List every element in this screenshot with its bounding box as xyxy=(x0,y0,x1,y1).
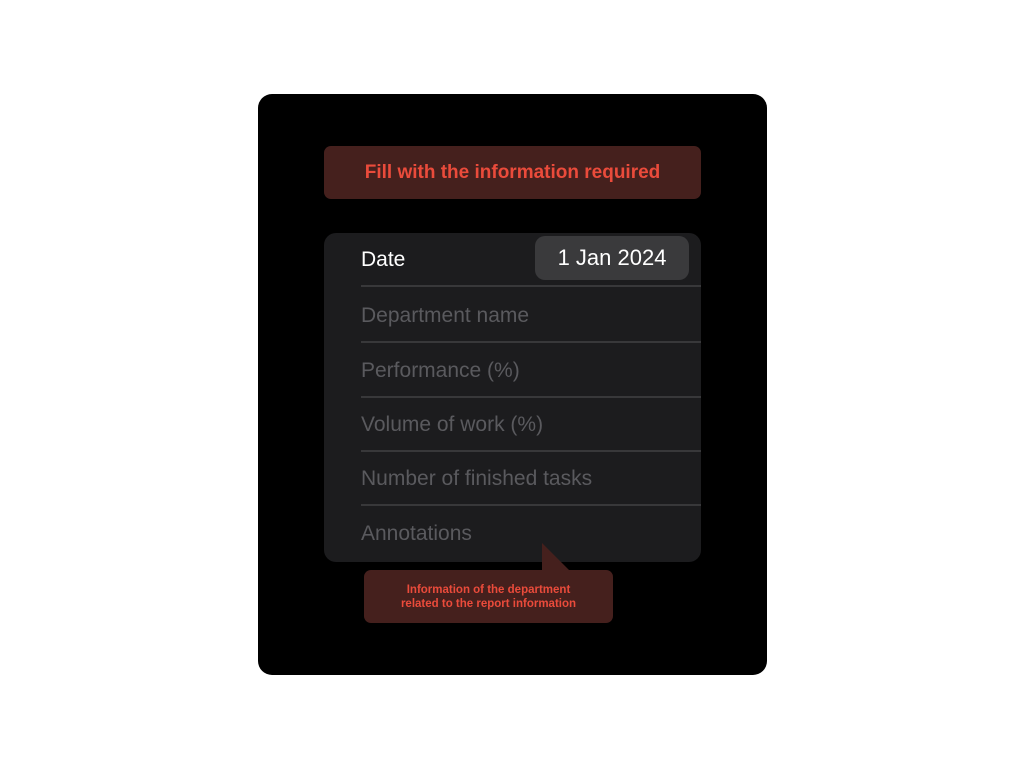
instruction-banner: Fill with the information required xyxy=(324,146,701,199)
instruction-banner-text: Fill with the information required xyxy=(364,161,661,183)
date-label: Date xyxy=(361,248,406,271)
volume-of-work-placeholder: Volume of work (%) xyxy=(361,413,544,436)
finished-tasks-field[interactable]: Number of finished tasks xyxy=(361,452,701,506)
date-picker-button[interactable]: 1 Jan 2024 xyxy=(535,236,689,280)
tooltip-pointer xyxy=(542,543,570,571)
tooltip-line-2: related to the report information xyxy=(400,597,577,610)
performance-field[interactable]: Performance (%) xyxy=(361,344,701,398)
report-form: Date 1 Jan 2024 Department name Performa… xyxy=(324,233,701,562)
date-row: Date 1 Jan 2024 xyxy=(361,233,701,287)
annotations-placeholder: Annotations xyxy=(361,522,472,545)
finished-tasks-placeholder: Number of finished tasks xyxy=(361,467,593,490)
department-name-field[interactable]: Department name xyxy=(361,289,701,343)
annotation-tooltip: Information of the department related to… xyxy=(364,570,613,623)
tooltip-line-1: Information of the department xyxy=(406,583,571,596)
volume-of-work-field[interactable]: Volume of work (%) xyxy=(361,398,701,452)
department-name-placeholder: Department name xyxy=(361,304,530,327)
annotations-field[interactable]: Annotations xyxy=(361,507,701,561)
performance-placeholder: Performance (%) xyxy=(361,359,520,382)
